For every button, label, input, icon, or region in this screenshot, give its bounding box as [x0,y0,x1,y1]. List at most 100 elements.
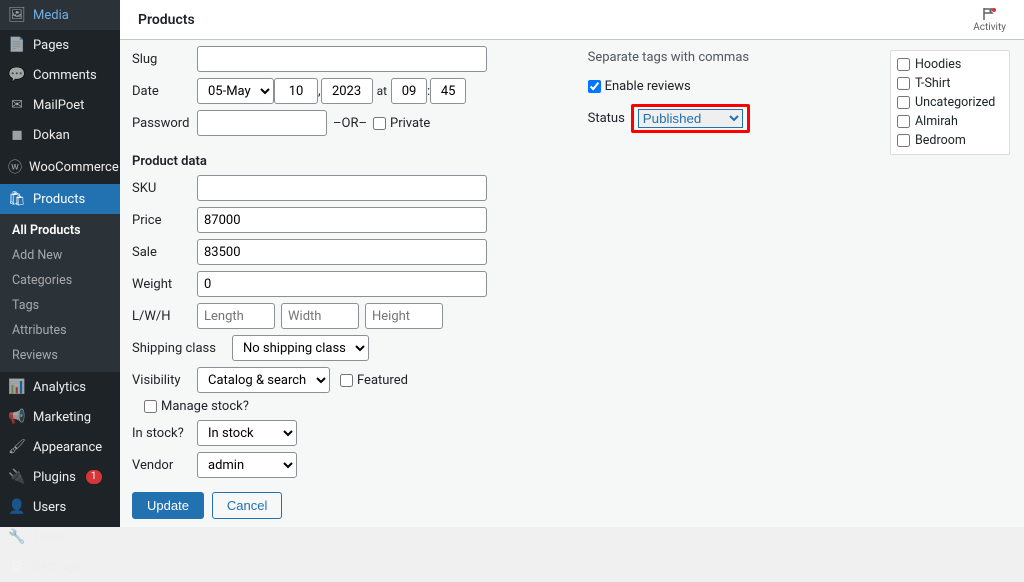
status-select[interactable]: Published [638,109,743,128]
instock-label: In stock? [132,426,197,441]
private-label: Private [390,116,430,131]
sale-input[interactable] [197,239,487,265]
length-input[interactable] [197,303,275,329]
private-checkbox-input[interactable] [373,117,386,130]
cat-hoodies[interactable]: Hoodies [897,55,1003,74]
month-select[interactable]: 05-May [197,78,274,104]
sidebar-item-dokan[interactable]: ◼ Dokan [0,120,120,150]
featured-checkbox[interactable]: Featured [340,373,408,388]
subitem-categories[interactable]: Categories [0,268,120,293]
cat-almirah[interactable]: Almirah [897,112,1003,131]
sidebar-item-label: MailPoet [33,98,84,113]
marketing-icon: 📢 [8,409,26,425]
sidebar-item-mailpoet[interactable]: ✉ MailPoet [0,90,120,120]
password-input[interactable] [197,110,327,136]
flag-icon [982,7,998,21]
sidebar-item-label: Pages [33,38,69,53]
featured-checkbox-input[interactable] [340,374,353,387]
plugins-badge: 1 [86,470,102,484]
sidebar-item-label: WooCommerce [29,160,119,175]
sidebar-item-users[interactable]: 👤 Users [0,492,120,522]
analytics-icon: 📊 [8,379,26,395]
product-data-title: Product data [132,154,578,169]
sidebar-item-label: Products [33,192,85,207]
sidebar-item-analytics[interactable]: 📊 Analytics [0,372,120,402]
vendor-label: Vendor [132,458,197,473]
date-label: Date [132,84,197,99]
sidebar-item-label: Plugins [33,470,76,485]
instock-select[interactable]: In stock [197,420,297,446]
dokan-icon: ◼ [8,127,26,143]
sidebar-item-products[interactable]: 🛍 Products [0,184,120,214]
subitem-add-new[interactable]: Add New [0,243,120,268]
settings-icon: ⚙ [8,559,26,575]
sidebar-item-label: Users [33,500,66,515]
manage-stock-input[interactable] [144,400,157,413]
sidebar-item-label: Media [33,8,69,23]
width-input[interactable] [281,303,359,329]
sidebar-item-label: Settings [33,560,80,575]
visibility-label: Visibility [132,373,197,388]
slug-input[interactable] [197,46,487,72]
woo-icon: ⓦ [8,157,22,177]
weight-input[interactable] [197,271,487,297]
day-input[interactable] [274,78,318,104]
sku-input[interactable] [197,175,487,201]
activity-button[interactable]: Activity [973,7,1006,33]
sidebar-item-comments[interactable]: 💬 Comments [0,60,120,90]
sidebar-item-appearance[interactable]: 🖌 Appearance [0,432,120,462]
or-text: –OR– [333,116,367,131]
sale-label: Sale [132,245,197,260]
height-input[interactable] [365,303,443,329]
tools-icon: 🔧 [8,529,26,545]
hour-input[interactable] [391,78,427,104]
pages-icon: 📄 [8,37,26,53]
vendor-select[interactable]: admin [197,452,297,478]
cat-tshirt[interactable]: T-Shirt [897,74,1003,93]
subitem-tags[interactable]: Tags [0,293,120,318]
manage-stock-checkbox[interactable]: Manage stock? [144,399,249,414]
private-checkbox[interactable]: Private [373,116,430,131]
subitem-attributes[interactable]: Attributes [0,318,120,343]
sidebar-item-marketing[interactable]: 📢 Marketing [0,402,120,432]
quick-edit-right: Separate tags with commas Enable reviews… [588,40,1012,527]
highlight-status-box: Published [631,104,750,133]
cat-uncategorized[interactable]: Uncategorized [897,93,1003,112]
cancel-button[interactable]: Cancel [212,492,282,519]
sidebar-item-media[interactable]: 🖼 Media [0,0,120,30]
sidebar-item-label: Analytics [33,380,86,395]
visibility-select[interactable]: Catalog & search [197,367,330,393]
submenu-products: All Products Add New Categories Tags Att… [0,214,120,372]
cat-bedroom[interactable]: Bedroom [897,131,1003,150]
enable-reviews-label: Enable reviews [605,79,691,94]
media-icon: 🖼 [8,7,26,23]
minute-input[interactable] [430,78,466,104]
at-text: at [377,84,387,98]
shipclass-select[interactable]: No shipping class [232,335,369,361]
weight-label: Weight [132,277,197,292]
year-input[interactable] [321,78,373,104]
slug-label: Slug [132,52,197,67]
users-icon: 👤 [8,499,26,515]
sidebar-item-settings[interactable]: ⚙ Settings [0,552,120,582]
mail-icon: ✉ [8,97,26,113]
update-button[interactable]: Update [132,492,204,519]
sidebar-item-plugins[interactable]: 🔌 Plugins 1 [0,462,120,492]
sidebar-item-woocommerce[interactable]: ⓦ WooCommerce [0,150,120,184]
featured-label: Featured [357,373,408,388]
price-input[interactable] [197,207,487,233]
status-label: Status [588,111,625,126]
enable-reviews-input[interactable] [588,80,601,93]
category-list: Hoodies T-Shirt Uncategorized Almirah Be… [890,50,1010,155]
subitem-all-products[interactable]: All Products [0,218,120,243]
plugins-icon: 🔌 [8,469,26,485]
lwh-label: L/W/H [132,309,197,324]
subitem-reviews[interactable]: Reviews [0,343,120,368]
quick-edit-panel: Slug Date 05-May , at : Password [120,40,1024,527]
admin-sidebar: 🖼 Media 📄 Pages 💬 Comments ✉ MailPoet ◼ … [0,0,120,527]
page-title: Products [138,12,195,28]
sku-label: SKU [132,181,197,196]
sidebar-item-pages[interactable]: 📄 Pages [0,30,120,60]
sidebar-item-label: Comments [33,68,97,83]
shipclass-label: Shipping class [132,341,232,356]
